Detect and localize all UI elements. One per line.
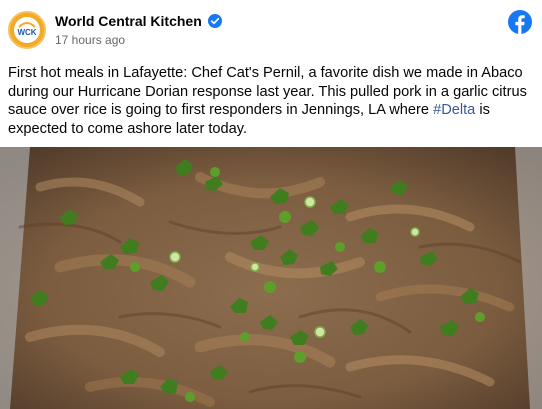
post-timestamp[interactable]: 17 hours ago xyxy=(55,33,125,47)
wck-logo-icon: WCK xyxy=(10,13,44,47)
verified-badge-icon xyxy=(208,14,222,28)
post-message: First hot meals in Lafayette: Chef Cat's… xyxy=(8,64,534,138)
avatar-label: WCK xyxy=(17,28,36,37)
facebook-icon[interactable] xyxy=(508,10,532,34)
page-avatar[interactable]: WCK xyxy=(8,11,46,49)
author-name[interactable]: World Central Kitchen xyxy=(55,13,202,29)
post-photo[interactable] xyxy=(0,147,542,409)
post-header: WCK World Central Kitchen 17 hours ago xyxy=(0,0,542,56)
pulled-pork-photo xyxy=(0,147,542,409)
hashtag-link[interactable]: #Delta xyxy=(433,102,475,118)
